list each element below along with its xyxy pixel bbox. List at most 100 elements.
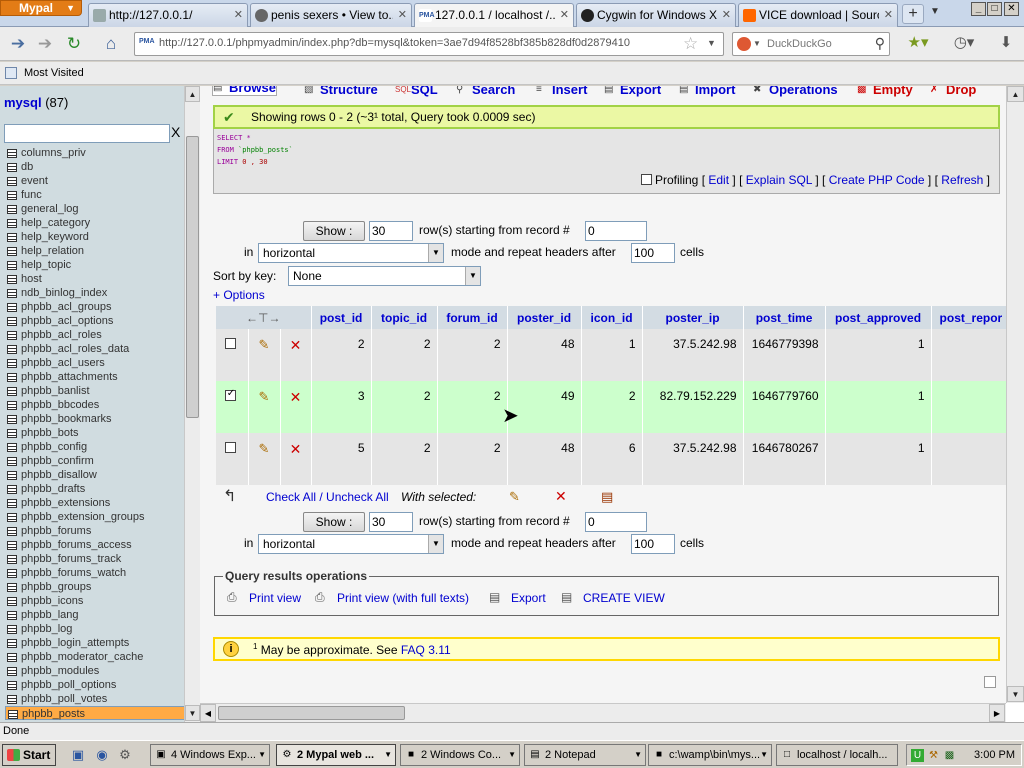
tab-sql[interactable]: SQL SQL	[395, 86, 438, 97]
column-header[interactable]: poster_ip	[642, 306, 744, 329]
column-header[interactable]: post_repor	[931, 306, 1006, 329]
table-icon[interactable]	[7, 611, 17, 620]
show-button[interactable]: Show :	[303, 221, 365, 241]
sidebar-table-item[interactable]: phpbb_attachments	[5, 370, 185, 384]
sidebar-table-item[interactable]: phpbb_posts	[5, 706, 185, 720]
sidebar-table-item[interactable]: phpbb_forums_access	[5, 538, 185, 552]
table-filter-input[interactable]	[4, 124, 170, 143]
taskbar-task[interactable]: □ localhost / localh...	[776, 744, 898, 766]
scroll-up-icon[interactable]: ▲	[185, 86, 200, 102]
desktop-icon[interactable]: ▣	[70, 747, 86, 763]
table-icon[interactable]	[7, 387, 17, 396]
bookmarks-menu-icon[interactable]: ★▾	[900, 32, 936, 56]
table-cell[interactable]	[931, 329, 1006, 381]
table-icon[interactable]	[7, 289, 17, 298]
sidebar-table-item[interactable]: phpbb_extension_groups	[5, 510, 185, 524]
create-view-link[interactable]: ▤ CREATE VIEW	[561, 590, 665, 605]
table-row[interactable]: ✎ ✕ 5 2 2 48 6 37.5.242.98 1646780267 1	[216, 433, 1006, 485]
table-cell[interactable]: 37.5.242.98	[642, 433, 744, 485]
table-icon[interactable]	[7, 457, 17, 466]
sidebar-table-item[interactable]: phpbb_extensions	[5, 496, 185, 510]
home-icon[interactable]: ⌂	[99, 33, 123, 55]
column-resize-handle[interactable]: ←⊤→	[216, 306, 312, 329]
table-icon[interactable]	[7, 345, 17, 354]
maximize-icon[interactable]: □	[987, 2, 1002, 16]
sidebar-table-item[interactable]: phpbb_confirm	[5, 454, 185, 468]
sidebar-table-item[interactable]: phpbb_config	[5, 440, 185, 454]
edit-row-icon[interactable]: ✎	[259, 389, 270, 404]
table-icon[interactable]	[7, 695, 17, 704]
db-title[interactable]: mysql (87)	[4, 95, 68, 110]
sidebar-table-item[interactable]: ndb_binlog_index	[5, 286, 185, 300]
table-icon[interactable]	[7, 429, 17, 438]
table-icon[interactable]	[7, 485, 17, 494]
table-icon[interactable]	[7, 401, 17, 410]
table-cell[interactable]: 2	[371, 433, 438, 485]
table-cell[interactable]: 2	[371, 381, 438, 433]
table-icon[interactable]	[7, 415, 17, 424]
browser-tab-1[interactable]: http://127.0.0.1/ ✕	[88, 3, 248, 27]
row-checkbox[interactable]	[224, 388, 236, 401]
app-icon[interactable]: ⚙	[117, 747, 133, 763]
forward-icon[interactable]: ➔	[33, 33, 57, 55]
tab-drop[interactable]: ✗ Drop	[930, 86, 976, 97]
check-all-link[interactable]: Check All / Uncheck All	[266, 490, 389, 504]
search-icon[interactable]: ⚲	[875, 35, 885, 52]
column-header[interactable]: post_approved	[825, 306, 932, 329]
sidebar-table-item[interactable]: phpbb_poll_options	[5, 678, 185, 692]
column-header[interactable]: topic_id	[371, 306, 438, 329]
scrollbar-thumb[interactable]	[186, 136, 199, 418]
table-cell[interactable]: 2	[581, 381, 643, 433]
browser-tab-2[interactable]: penis sexers • View to... ✕	[250, 3, 412, 27]
tab-list-icon[interactable]: ▼	[930, 6, 940, 17]
sidebar-table-item[interactable]: phpbb_groups	[5, 580, 185, 594]
close-tab-icon[interactable]: ✕	[722, 4, 731, 26]
browser-tab-4[interactable]: Cygwin for Windows X... ✕	[576, 3, 736, 27]
main-horizontal-scrollbar[interactable]: ◀ ▶	[200, 703, 1006, 722]
table-icon[interactable]	[7, 275, 17, 284]
table-cell[interactable]: 82.79.152.229	[642, 381, 744, 433]
table-icon[interactable]	[7, 653, 17, 662]
table-cell[interactable]: 6	[581, 433, 643, 485]
scrollbar-thumb[interactable]	[218, 706, 405, 720]
scroll-down-icon[interactable]: ▼	[1007, 686, 1024, 702]
sidebar-table-item[interactable]: phpbb_login_attempts	[5, 636, 185, 650]
export-selected-icon[interactable]: ▤	[601, 489, 613, 505]
sidebar-table-item[interactable]: phpbb_forums	[5, 524, 185, 538]
table-cell[interactable]: 48	[507, 433, 582, 485]
scroll-down-icon[interactable]: ▼	[185, 705, 200, 721]
sidebar-table-item[interactable]: phpbb_modules	[5, 664, 185, 678]
taskbar-task[interactable]: ▤ 2 Notepad ▼	[524, 744, 646, 766]
sidebar-scrollbar[interactable]: ▲ ▼	[184, 86, 200, 722]
main-vertical-scrollbar[interactable]: ▲ ▼	[1006, 86, 1024, 703]
table-icon[interactable]	[7, 681, 17, 690]
table-cell[interactable]: 48	[507, 329, 582, 381]
bookmark-most-visited[interactable]: Most Visited	[24, 67, 84, 79]
table-cell[interactable]: 3	[311, 381, 372, 433]
taskbar-task[interactable]: ⚙ 2 Mypal web ... ▼	[276, 744, 396, 766]
tab-search[interactable]: ⚲ Search	[456, 86, 515, 97]
chevron-down-icon[interactable]: ▼	[707, 38, 716, 48]
table-cell[interactable]: 1	[825, 433, 932, 485]
new-tab-button[interactable]: +	[902, 4, 924, 24]
reload-icon[interactable]: ↻	[62, 33, 86, 55]
table-cell[interactable]: 1	[825, 329, 932, 381]
table-icon[interactable]	[7, 597, 17, 606]
table-cell[interactable]	[931, 433, 1006, 485]
table-icon[interactable]	[7, 667, 17, 676]
table-icon[interactable]	[7, 317, 17, 326]
sidebar-table-item[interactable]: func	[5, 188, 185, 202]
browser-tab-3[interactable]: PMA 127.0.0.1 / localhost /... ✕	[414, 3, 574, 28]
table-cell[interactable]: 2	[371, 329, 438, 381]
scroll-left-icon[interactable]: ◀	[200, 704, 216, 722]
display-mode-select[interactable]: horizontal ▼	[258, 243, 444, 263]
sidebar-table-item[interactable]: phpbb_acl_roles_data	[5, 342, 185, 356]
table-icon[interactable]	[7, 443, 17, 452]
table-icon[interactable]	[7, 303, 17, 312]
start-record-input[interactable]	[585, 221, 647, 241]
sidebar-table-item[interactable]: phpbb_log	[5, 622, 185, 636]
table-icon[interactable]	[8, 710, 18, 719]
clear-filter-icon[interactable]: X	[171, 124, 180, 140]
taskbar-task[interactable]: ■ c:\wamp\bin\mys... ▼	[648, 744, 772, 766]
sidebar-table-item[interactable]: phpbb_bbcodes	[5, 398, 185, 412]
